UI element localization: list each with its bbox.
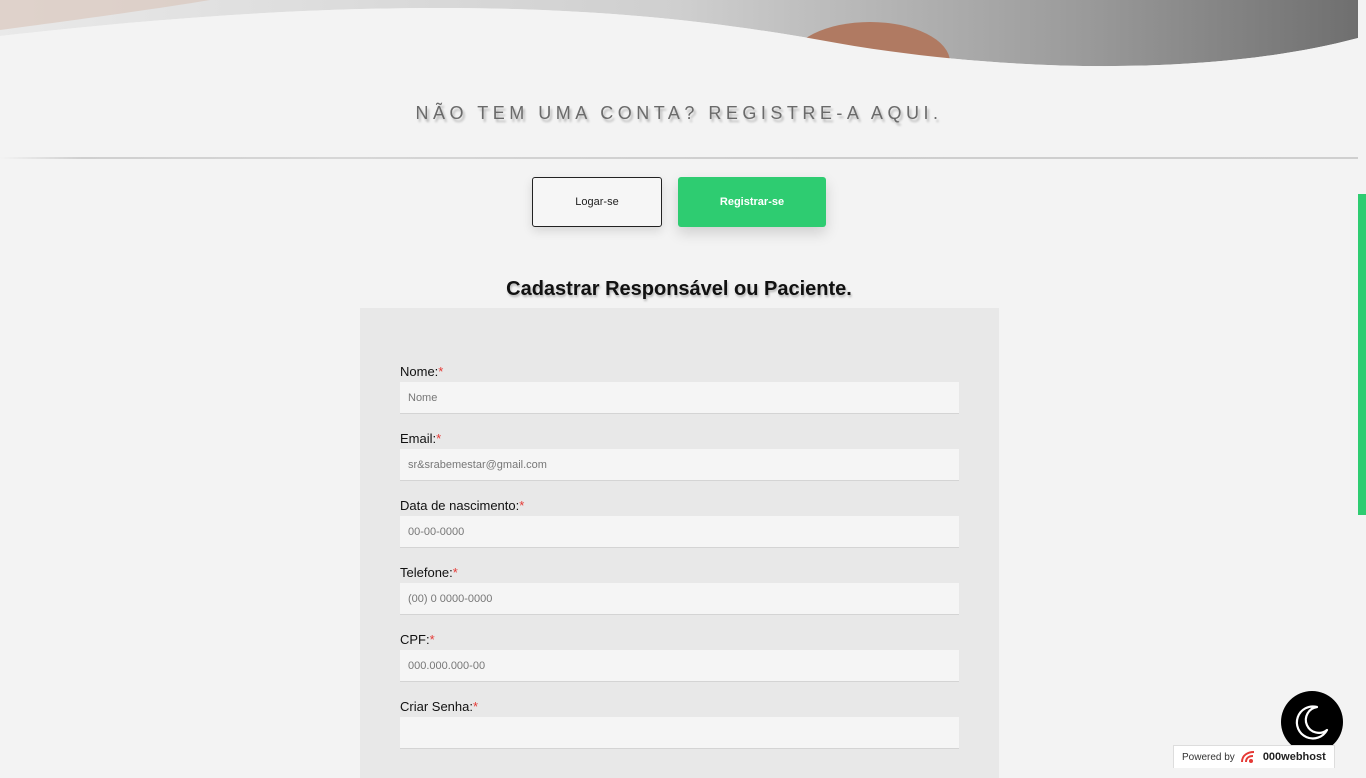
registration-form: Nome:* Email:* Data de nascimento:* Tele… [360,308,999,778]
required-marker: * [519,498,525,513]
phone-input[interactable] [400,583,959,615]
register-tagline: NÃO TEM UMA CONTA? REGISTRE-A AQUI. [415,103,943,123]
email-label: Email:* [400,431,442,446]
required-marker: * [472,699,479,714]
password-label: Criar Senha:* [400,699,479,714]
powered-by-label: Powered by [1182,751,1235,763]
register-button[interactable]: Registrar-se [678,177,826,227]
name-label: Nome:* [400,364,444,379]
moon-icon [1295,705,1329,740]
cpf-label: CPF:* [400,632,435,647]
divider [0,157,1358,159]
powered-by-badge[interactable]: Powered by 000webhost [1173,745,1335,768]
cpf-input[interactable] [400,650,959,682]
scrollbar-thumb[interactable] [1358,194,1366,515]
phone-label: Telefone:* [400,565,458,580]
email-input[interactable] [400,449,959,481]
dark-mode-toggle[interactable] [1281,691,1343,753]
hero-image [0,0,1358,72]
required-marker: * [436,431,442,446]
000webhost-logo-icon [1240,751,1254,763]
000webhost-brand: 000webhost [1262,751,1326,763]
birthdate-input[interactable] [400,516,959,548]
required-marker: * [452,565,458,580]
form-title: Cadastrar Responsável ou Paciente. [506,278,852,300]
name-input[interactable] [400,382,959,414]
required-marker: * [429,632,435,647]
login-button[interactable]: Logar-se [532,177,662,227]
password-input[interactable] [400,717,959,749]
required-marker: * [438,364,444,379]
birthdate-label: Data de nascimento:* [400,498,525,513]
